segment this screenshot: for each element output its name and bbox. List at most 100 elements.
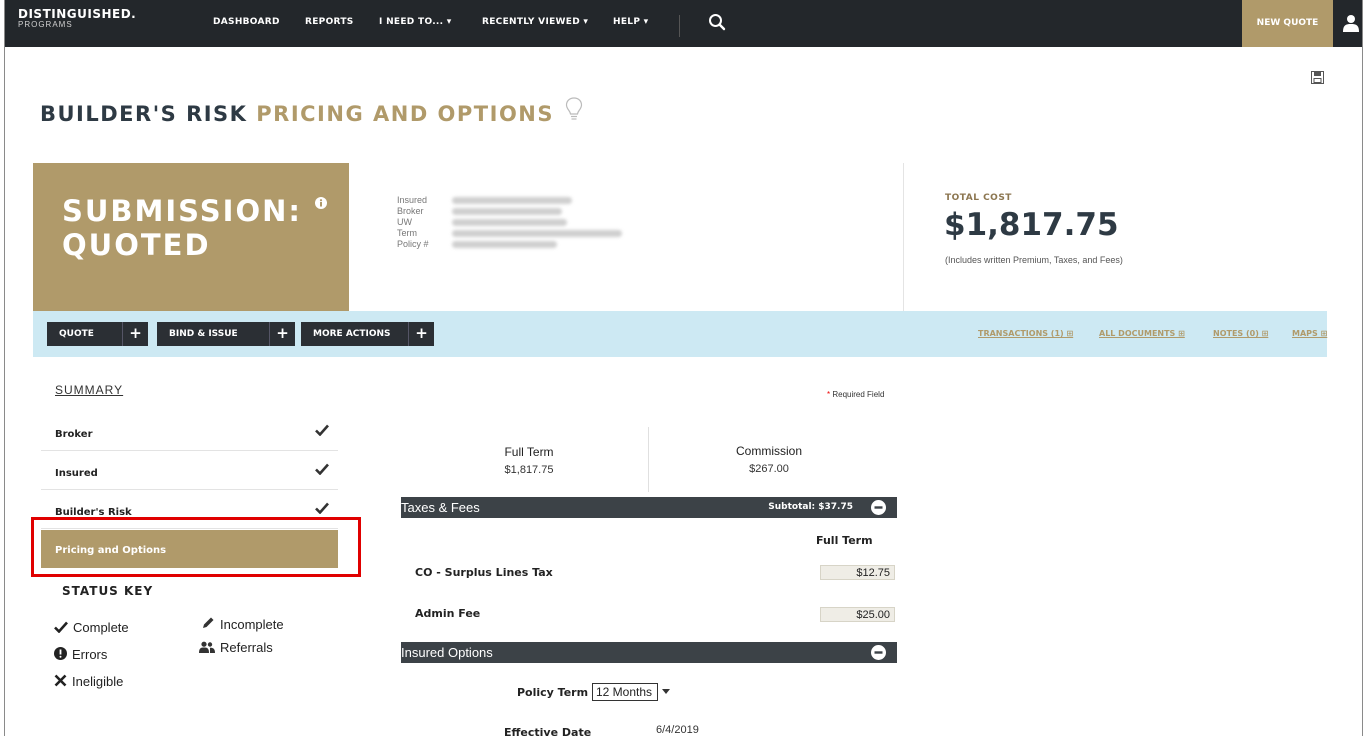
nav-help[interactable]: HELP ▾	[613, 17, 648, 27]
sidebar-item-broker[interactable]: Broker	[41, 413, 338, 451]
nav-recently-viewed[interactable]: RECENTLY VIEWED ▾	[482, 17, 588, 27]
redacted-uw-value	[452, 219, 567, 226]
effective-date-label: Effective Date	[504, 726, 592, 736]
quote-button[interactable]: QUOTE +	[47, 322, 148, 346]
page-title-section: PRICING AND OPTIONS	[256, 102, 554, 126]
all-documents-link[interactable]: ALL DOCUMENTS ⊞	[1099, 329, 1185, 338]
status-key-errors-label: Errors	[72, 647, 108, 662]
sidebar-item-builders-risk[interactable]: Builder's Risk	[41, 491, 338, 529]
lightbulb-icon[interactable]	[565, 97, 583, 123]
header-divider	[903, 163, 904, 311]
effective-date-value: 6/4/2019	[656, 724, 699, 736]
status-key-complete-label: Complete	[73, 620, 129, 635]
nav-i-need-to[interactable]: I NEED TO... ▾	[379, 17, 452, 27]
checkmark-icon	[315, 502, 329, 514]
redacted-insured-value	[452, 197, 572, 204]
sidebar-item-label: Builder's Risk	[55, 507, 132, 518]
status-key-referrals: Referrals	[199, 640, 273, 655]
page-title: BUILDER'S RISK PRICING AND OPTIONS	[40, 102, 554, 126]
required-field-note: * Required Field	[827, 390, 884, 399]
nav-dashboard[interactable]: DASHBOARD	[213, 17, 280, 27]
total-cost-note: (Includes written Premium, Taxes, and Fe…	[945, 255, 1123, 265]
required-field-label: Required Field	[832, 390, 885, 399]
sidebar-item-label: Broker	[55, 429, 93, 440]
plus-icon[interactable]: +	[269, 322, 295, 346]
submission-state: QUOTED	[62, 228, 211, 262]
maps-link[interactable]: MAPS ⊞	[1292, 329, 1327, 338]
status-key-incomplete-label: Incomplete	[220, 617, 284, 632]
transactions-link[interactable]: TRANSACTIONS (1) ⊞	[978, 329, 1073, 338]
status-key-ineligible-label: Ineligible	[72, 674, 124, 689]
policy-term-label: Policy Term	[517, 686, 589, 699]
redacted-broker-value	[452, 208, 562, 215]
sidebar-item-insured[interactable]: Insured	[41, 452, 338, 490]
save-icon[interactable]	[1311, 71, 1324, 84]
submission-status: SUBMISSION: QUOTED	[62, 194, 302, 262]
brand-logo[interactable]: DISTINGUISHED. PROGRAMS	[18, 8, 136, 29]
required-asterisk: *	[827, 390, 831, 399]
brand-subtitle: PROGRAMS	[18, 20, 73, 29]
total-cost-value: $1,817.75	[944, 207, 1119, 243]
detail-label-insured: Insured	[397, 195, 428, 205]
fee-value-admin-fee: $25.00	[820, 607, 895, 622]
more-actions-button[interactable]: MORE ACTIONS +	[301, 322, 434, 346]
full-term-label: Full Term	[504, 445, 554, 459]
nav-divider	[679, 15, 680, 37]
status-key-title: STATUS KEY	[62, 584, 154, 598]
submission-details: Insured Broker UW Term Policy #	[397, 195, 429, 250]
checkmark-icon	[315, 463, 329, 475]
more-actions-button-label: MORE ACTIONS	[313, 329, 391, 339]
new-quote-button[interactable]: NEW QUOTE	[1242, 0, 1333, 47]
info-icon[interactable]	[315, 197, 327, 209]
status-key-incomplete: Incomplete	[201, 616, 284, 632]
detail-label-term: Term	[397, 228, 417, 238]
detail-label-uw: UW	[397, 217, 412, 227]
full-term-value: $1,817.75	[504, 464, 554, 476]
checkmark-icon	[54, 621, 68, 634]
fees-full-term-header: Full Term	[816, 534, 873, 547]
sidebar-item-label: Insured	[55, 468, 98, 479]
total-cost-label: TOTAL COST	[945, 193, 1012, 203]
notes-link[interactable]: NOTES (0) ⊞	[1213, 329, 1268, 338]
bind-issue-button[interactable]: BIND & ISSUE +	[157, 322, 295, 346]
x-icon	[54, 674, 67, 687]
pencil-icon	[203, 617, 214, 628]
taxes-fees-title: Taxes & Fees	[401, 500, 480, 515]
submission-label: SUBMISSION:	[62, 194, 302, 228]
taxes-fees-subtotal: Subtotal: $37.75	[768, 502, 853, 512]
insured-options-title: Insured Options	[401, 645, 493, 660]
detail-label-broker: Broker	[397, 206, 424, 216]
plus-icon[interactable]: +	[122, 322, 148, 346]
search-icon[interactable]	[708, 13, 726, 31]
page-title-product: BUILDER'S RISK	[40, 102, 248, 126]
fee-value-surplus-lines-tax: $12.75	[820, 565, 895, 580]
fee-label-admin-fee: Admin Fee	[415, 607, 481, 620]
collapse-icon[interactable]	[871, 500, 886, 515]
exclamation-icon	[54, 647, 67, 660]
status-key-referrals-label: Referrals	[220, 640, 273, 655]
user-icon[interactable]	[1342, 14, 1360, 32]
policy-term-select[interactable]: 12 Months	[592, 683, 658, 701]
top-nav: DISTINGUISHED. PROGRAMS DASHBOARD REPORT…	[5, 0, 1363, 47]
redacted-term-value	[452, 230, 622, 237]
sidebar-item-label: Pricing and Options	[55, 545, 167, 556]
summary-link[interactable]: SUMMARY	[55, 383, 123, 397]
plus-icon[interactable]: +	[408, 322, 434, 346]
checkmark-icon	[315, 424, 329, 436]
status-key-errors: Errors	[54, 647, 107, 662]
commission-label: Commission	[735, 444, 802, 458]
quote-button-label: QUOTE	[59, 329, 94, 339]
submission-status-panel: SUBMISSION: QUOTED	[33, 163, 349, 311]
term-divider	[648, 427, 649, 492]
sidebar-item-pricing-and-options[interactable]: Pricing and Options	[41, 530, 338, 568]
redacted-policy-value	[452, 241, 557, 248]
brand-name: DISTINGUISHED.	[18, 7, 137, 21]
insured-options-header: Insured Options	[401, 642, 897, 663]
commission-value: $267.00	[749, 463, 789, 475]
nav-reports[interactable]: REPORTS	[305, 17, 354, 27]
collapse-icon[interactable]	[871, 645, 886, 660]
status-key-ineligible: Ineligible	[54, 674, 123, 689]
taxes-fees-header: Taxes & Fees Subtotal: $37.75	[401, 497, 897, 518]
chevron-down-icon[interactable]	[662, 689, 670, 694]
detail-label-policy-number: Policy #	[397, 239, 429, 249]
